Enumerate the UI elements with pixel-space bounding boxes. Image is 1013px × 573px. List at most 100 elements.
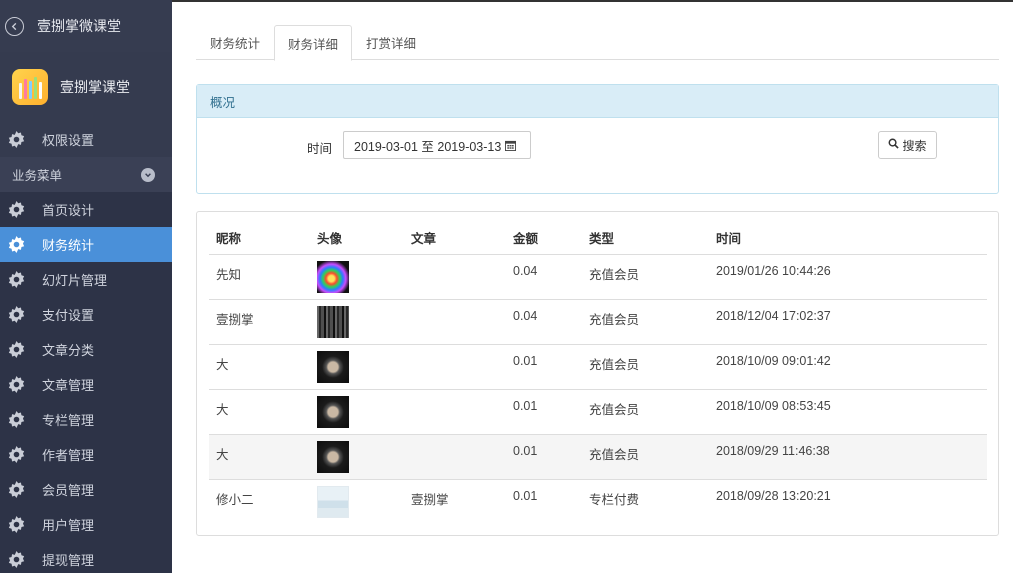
sidebar-group-business[interactable]: 业务菜单: [0, 157, 172, 192]
date-range-value: 2019-03-01 至 2019-03-13: [354, 139, 502, 154]
sidebar-item-9[interactable]: 会员管理: [0, 472, 172, 507]
col-header-amount: 金额: [506, 221, 582, 255]
sidebar-item-label: 幻灯片管理: [42, 273, 108, 288]
sidebar: 壹捌掌微课堂 壹捌掌课堂 权限设置 业务菜单 首页设计财务统计幻灯片管理支付设置…: [0, 0, 172, 573]
avatar: [317, 395, 349, 428]
cell-amount: 0.01: [506, 434, 582, 480]
sidebar-item-1[interactable]: 首页设计: [0, 192, 172, 227]
table-row: 大 0.01 充值会员 2018/10/09 08:53:45: [209, 389, 987, 435]
cell-nickname: 壹捌掌: [209, 299, 310, 345]
cell-article: [404, 299, 506, 345]
cell-time: 2018/09/28 13:20:21: [716, 488, 831, 503]
sidebar-item-label: 专栏管理: [42, 413, 95, 428]
avatar: [317, 305, 349, 338]
col-header-article: 文章: [404, 221, 506, 255]
tab-bar: 财务统计 财务详细 打赏详细: [196, 25, 999, 61]
gear-icon: [8, 131, 25, 148]
avatar: [317, 350, 349, 383]
tab-finance-details[interactable]: 财务详细: [274, 25, 353, 61]
col-header-time: 时间: [709, 221, 987, 255]
sidebar-item-3[interactable]: 幻灯片管理: [0, 262, 172, 297]
avatar: [317, 260, 349, 293]
app-title: 壹捌掌微课堂: [37, 18, 121, 34]
sidebar-item-label: 用户管理: [42, 518, 95, 533]
panel-title: 概况: [197, 85, 998, 118]
sidebar-item-7[interactable]: 专栏管理: [0, 402, 172, 437]
sidebar-item-11[interactable]: 提现管理: [0, 542, 172, 573]
table-row: 大 0.01 充值会员 2018/09/29 11:46:38: [209, 434, 987, 480]
cell-type: 专栏付费: [589, 492, 640, 507]
calendar-icon: [505, 140, 517, 151]
cell-time: 2018/10/09 08:53:45: [709, 389, 987, 435]
avatar: [317, 485, 349, 518]
col-header-nickname: 昵称: [209, 221, 310, 255]
cell-time: 2018/10/09 09:01:42: [709, 344, 987, 390]
gear-icon: [8, 341, 25, 358]
brand: 壹捌掌课堂: [0, 52, 172, 122]
cell-nickname: 大: [209, 389, 310, 435]
gear-icon: [8, 551, 25, 568]
cell-article: [404, 254, 506, 300]
cell-amount: 0.01: [506, 344, 582, 390]
cell-type: 充值会员: [582, 389, 709, 435]
detail-table: 昵称 头像 文章 金额 类型 时间 先知 0.04 充值会员 2019/01/26 1…: [209, 221, 987, 524]
sidebar-item-8[interactable]: 作者管理: [0, 437, 172, 472]
cell-time: 2018/09/29 11:46:38: [709, 434, 987, 480]
gear-icon: [8, 306, 25, 323]
back-icon[interactable]: [5, 16, 24, 36]
sidebar-item-label: 文章管理: [42, 378, 95, 393]
cell-nickname: 修小二: [216, 492, 254, 507]
cell-avatar: [310, 299, 404, 345]
cell-article: 壹捌掌: [411, 492, 449, 507]
gear-icon: [8, 271, 25, 288]
gear-icon: [8, 411, 25, 428]
date-range-input[interactable]: 2019-03-01 至 2019-03-13: [343, 131, 531, 159]
gear-icon: [8, 516, 25, 533]
cell-avatar: [310, 434, 404, 480]
detail-table-card: 昵称 头像 文章 金额 类型 时间 先知 0.04 充值会员 2019/01/26 1…: [196, 211, 999, 536]
top-border: [172, 0, 1013, 2]
sidebar-group-label: 业务菜单: [12, 169, 63, 183]
sidebar-item-label: 作者管理: [42, 448, 95, 463]
sidebar-item-5[interactable]: 文章分类: [0, 332, 172, 367]
sidebar-item-label: 首页设计: [42, 203, 95, 218]
table-header-row: 昵称 头像 文章 金额 类型 时间: [209, 221, 987, 255]
gear-icon: [8, 481, 25, 498]
cell-avatar: [310, 479, 404, 524]
cell-article: [404, 434, 506, 480]
sidebar-item-label: 会员管理: [42, 483, 95, 498]
tab-finance-stats[interactable]: 财务统计: [196, 25, 274, 60]
cell-amount: 0.01: [506, 389, 582, 435]
search-icon: [888, 138, 900, 152]
sidebar-item-label: 权限设置: [42, 133, 95, 148]
sidebar-item-label: 文章分类: [42, 343, 95, 358]
avatar: [317, 440, 349, 473]
sidebar-item-permissions[interactable]: 权限设置: [0, 122, 172, 157]
cell-nickname: 先知: [209, 254, 310, 300]
cell-avatar: [310, 344, 404, 390]
gear-icon: [8, 446, 25, 463]
cell-type: 充值会员: [582, 434, 709, 480]
sidebar-item-10[interactable]: 用户管理: [0, 507, 172, 542]
overview-panel: 概况 时间 2019-03-01 至 2019-03-13 搜索: [196, 84, 999, 194]
col-header-type: 类型: [582, 221, 709, 255]
table-row: 壹捌掌 0.04 充值会员 2018/12/04 17:02:37: [209, 299, 987, 345]
gear-icon: [8, 236, 25, 253]
tab-tip-details[interactable]: 打赏详细: [352, 25, 430, 60]
sidebar-item-4[interactable]: 支付设置: [0, 297, 172, 332]
cell-article: [404, 344, 506, 390]
table-row: 先知 0.04 充值会员 2019/01/26 10:44:26: [209, 254, 987, 300]
sidebar-item-label: 财务统计: [42, 238, 95, 253]
sidebar-header: 壹捌掌微课堂: [0, 0, 172, 52]
cell-avatar: [310, 389, 404, 435]
cell-nickname: 大: [209, 434, 310, 480]
gear-icon: [8, 201, 25, 218]
table-row: 大 0.01 充值会员 2018/10/09 09:01:42: [209, 344, 987, 390]
search-button[interactable]: 搜索: [878, 131, 937, 159]
sidebar-item-2[interactable]: 财务统计: [0, 227, 172, 262]
brand-name: 壹捌掌课堂: [60, 79, 130, 95]
cell-type: 充值会员: [582, 344, 709, 390]
sidebar-item-6[interactable]: 文章管理: [0, 367, 172, 402]
search-button-label: 搜索: [902, 138, 927, 153]
cell-amount: 0.01: [513, 488, 538, 503]
